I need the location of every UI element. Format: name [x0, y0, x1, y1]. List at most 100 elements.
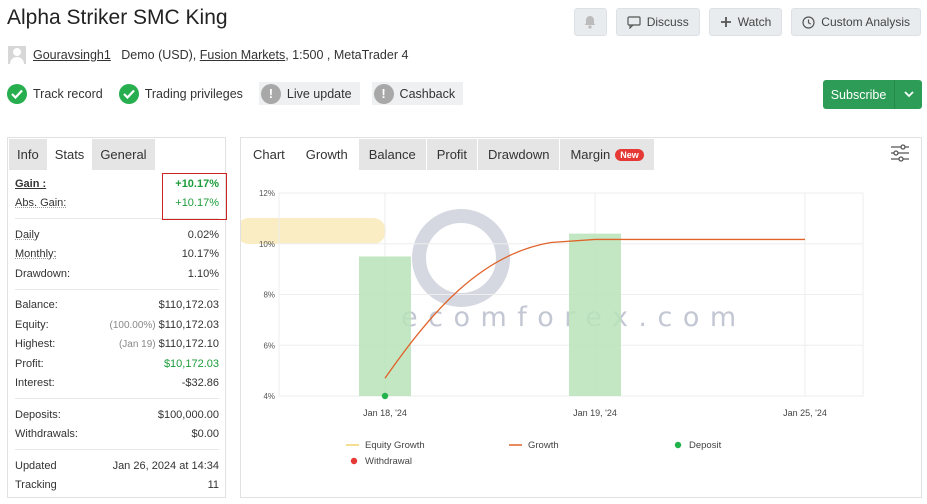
tab-general[interactable]: General	[92, 139, 155, 170]
badge-label: Trading privileges	[144, 86, 243, 101]
status-badges: Track record Trading privileges ! Live u…	[7, 82, 464, 105]
tab-info[interactable]: Info	[9, 139, 47, 170]
subscribe-label: Subscribe	[823, 80, 895, 109]
chart-panel: Chart Growth Balance Profit Drawdown Mar…	[240, 137, 922, 498]
stat-profit: Profit: $10,172.03	[15, 354, 219, 374]
stat-daily: Daily 0.02%	[15, 225, 219, 245]
bell-icon	[584, 16, 596, 29]
badge-label: Cashback	[399, 86, 456, 101]
badge-cashback[interactable]: ! Cashback	[371, 82, 464, 105]
avatar	[8, 46, 26, 64]
stat-label: Drawdown:	[15, 267, 71, 280]
stat-value: +10.17%	[175, 197, 219, 210]
tab-drawdown[interactable]: Drawdown	[478, 139, 560, 170]
badge-track-record[interactable]: Track record	[7, 82, 107, 105]
stat-interest: Interest: -$32.86	[15, 374, 219, 394]
watch-label: Watch	[737, 15, 772, 29]
stat-tracking: Tracking 11	[15, 476, 219, 496]
stat-label[interactable]: Abs. Gain:	[15, 197, 66, 209]
new-badge: New	[615, 148, 644, 161]
tab-profit[interactable]: Profit	[426, 139, 478, 170]
settings-sliders-icon[interactable]	[890, 144, 910, 165]
stat-highest: Highest: (Jan 19) $110,172.10	[15, 335, 219, 355]
stat-value: $100,000.00	[157, 408, 219, 421]
broker-link[interactable]: Fusion Markets	[200, 48, 285, 62]
user-link[interactable]: Gouravsingh1	[33, 48, 111, 62]
stat-withdrawals: Withdrawals: $0.00	[15, 425, 219, 445]
badge-label: Live update	[286, 86, 352, 101]
balance-bar	[569, 233, 621, 396]
stats-tabs: Info Stats General	[8, 138, 225, 170]
stat-value: $110,172.10	[158, 338, 219, 351]
top-actions: Discuss Watch Custom Analysis	[573, 8, 921, 36]
tab-margin-label: Margin	[570, 147, 611, 162]
chevron-down-icon[interactable]	[895, 80, 922, 109]
stat-value: Jan 26, 2024 at 14:34	[112, 459, 219, 472]
legend-growth-label: Growth	[528, 440, 559, 451]
chart-tabs: Chart Growth Balance Profit Drawdown Mar…	[241, 138, 921, 170]
tab-balance[interactable]: Balance	[358, 139, 426, 170]
x-tick-label: Jan 25, '24	[783, 408, 827, 418]
stat-equity: Equity: (100.00%) $110,172.03	[15, 315, 219, 335]
discuss-label: Discuss	[646, 15, 689, 29]
stats-panel: Info Stats General Gain : +10.17% Abs. G…	[7, 137, 227, 498]
stat-updated: Updated Jan 26, 2024 at 14:34	[15, 456, 219, 476]
stat-label: Equity:	[15, 318, 49, 331]
stat-value: -$32.86	[181, 377, 219, 390]
stat-value: $110,172.03	[158, 318, 219, 331]
y-tick-label: 6%	[263, 341, 275, 350]
legend-equity-label: Equity Growth	[365, 440, 425, 451]
discuss-button[interactable]: Discuss	[615, 8, 700, 36]
badge-trading-privileges[interactable]: Trading privileges	[118, 82, 247, 105]
stat-label: Tracking	[15, 479, 57, 492]
comment-icon	[627, 15, 641, 29]
stat-label[interactable]: Gain :	[15, 178, 46, 190]
stat-label[interactable]: Daily	[15, 229, 39, 241]
exclamation-icon: !	[260, 83, 281, 104]
x-tick-label: Jan 18, '24	[363, 408, 407, 418]
stat-label: Profit:	[15, 357, 44, 370]
stat-prefix: (100.00%)	[109, 319, 156, 331]
account-type: Demo (USD),	[121, 48, 197, 62]
deposit-point	[381, 392, 389, 400]
stat-deposits: Deposits: $100,000.00	[15, 405, 219, 425]
stats-list: Gain : +10.17% Abs. Gain: +10.17% Daily …	[8, 170, 225, 495]
page-title: Alpha Striker SMC King	[7, 6, 228, 29]
badge-label: Track record	[33, 86, 103, 101]
check-icon	[118, 83, 139, 104]
watch-button[interactable]: Watch	[708, 8, 783, 36]
stat-value: 11	[207, 479, 219, 492]
legend-withdrawal-label: Withdrawal	[365, 456, 412, 467]
y-tick-label: 10%	[259, 240, 275, 249]
custom-analysis-label: Custom Analysis	[821, 15, 910, 29]
stat-value: 10.17%	[181, 248, 219, 261]
stat-label: Interest:	[15, 377, 55, 390]
subscribe-button[interactable]: Subscribe	[823, 80, 922, 109]
exclamation-icon: !	[373, 83, 394, 104]
custom-analysis-button[interactable]: Custom Analysis	[791, 8, 921, 36]
stat-label: Balance:	[15, 299, 58, 312]
tab-chart[interactable]: Chart	[243, 139, 295, 170]
stat-label[interactable]: Monthly:	[15, 248, 57, 260]
clock-icon	[802, 15, 815, 29]
stat-balance: Balance: $110,172.03	[15, 296, 219, 316]
notification-button[interactable]	[573, 8, 607, 36]
check-icon	[7, 83, 27, 104]
stat-label: Deposits:	[15, 408, 61, 421]
stat-label: Withdrawals:	[15, 428, 78, 441]
tab-growth[interactable]: Growth	[295, 139, 358, 170]
badge-live-update[interactable]: ! Live update	[258, 82, 360, 105]
stat-value: $110,172.03	[158, 299, 219, 312]
stat-monthly: Monthly: 10.17%	[15, 245, 219, 265]
stat-value: $0.00	[191, 428, 219, 441]
y-tick-label: 12%	[259, 189, 275, 198]
stat-abs-gain: Abs. Gain: +10.17%	[15, 194, 219, 214]
stat-drawdown: Drawdown: 1.10%	[15, 264, 219, 284]
tab-margin[interactable]: Margin New	[560, 139, 654, 170]
stat-value: $10,172.03	[163, 357, 219, 370]
legend-deposit-swatch	[674, 441, 682, 449]
tab-stats[interactable]: Stats	[46, 139, 93, 170]
y-tick-label: 8%	[263, 291, 275, 300]
stat-value: 1.10%	[187, 267, 219, 280]
account-info: Gouravsingh1 Demo (USD), Fusion Markets …	[8, 46, 408, 64]
